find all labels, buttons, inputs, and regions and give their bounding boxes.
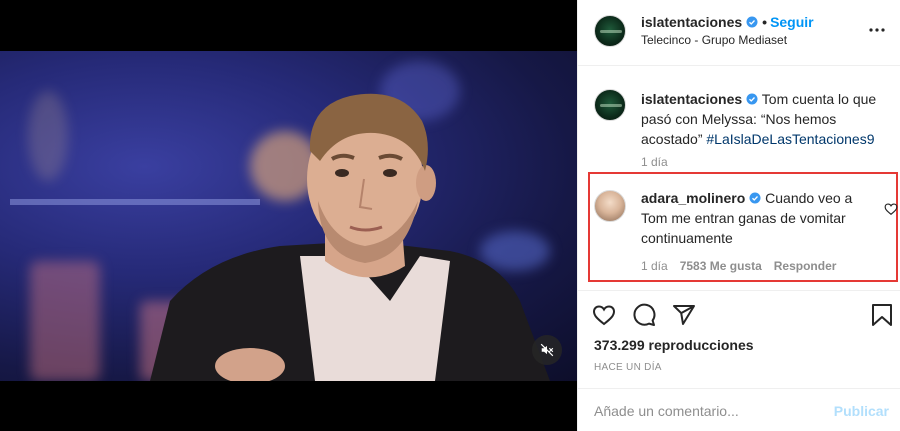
like-button[interactable] bbox=[590, 301, 618, 329]
background-light bbox=[28, 91, 68, 181]
header-username-row: islatentaciones • Seguir bbox=[641, 14, 814, 30]
verified-badge-icon bbox=[749, 192, 761, 204]
video-player[interactable] bbox=[0, 0, 577, 431]
more-options-button[interactable] bbox=[865, 22, 889, 38]
post-date[interactable]: Hace un día bbox=[594, 362, 662, 373]
views-count[interactable]: 373.299 reproducciones bbox=[594, 337, 754, 353]
reply-button[interactable]: Responder bbox=[774, 259, 837, 273]
mute-toggle-button[interactable] bbox=[532, 335, 562, 365]
more-options-icon bbox=[869, 28, 885, 32]
heart-icon bbox=[592, 305, 616, 326]
bookmark-icon bbox=[872, 304, 892, 326]
verified-badge-icon bbox=[746, 93, 758, 105]
video-subject bbox=[150, 93, 550, 381]
post-actions: 373.299 reproducciones Hace un día bbox=[578, 290, 900, 380]
caption-text-block: islatentaciones Tom cuenta lo que pasó c… bbox=[641, 89, 900, 149]
caption-timestamp[interactable]: 1 día bbox=[641, 155, 668, 169]
account-avatar[interactable] bbox=[594, 15, 626, 47]
post-location[interactable]: Telecinco - Grupo Mediaset bbox=[641, 33, 787, 47]
muted-speaker-icon bbox=[540, 343, 554, 357]
caption-username[interactable]: islatentaciones bbox=[641, 91, 742, 107]
comment-meta: 1 día 7583 Me gusta Responder bbox=[641, 259, 848, 273]
publish-button[interactable]: Publicar bbox=[834, 403, 889, 419]
follow-button[interactable]: Seguir bbox=[770, 14, 814, 30]
comment-icon bbox=[633, 303, 656, 326]
separator-dot: • bbox=[762, 14, 768, 30]
background-light bbox=[30, 261, 100, 381]
commenter-username[interactable]: adara_molinero bbox=[641, 190, 745, 206]
comment-like-heart-icon[interactable] bbox=[884, 202, 898, 216]
share-icon bbox=[673, 305, 695, 325]
verified-badge-icon bbox=[746, 16, 758, 28]
commenter-avatar[interactable] bbox=[594, 190, 626, 222]
post-panel: islatentaciones • Seguir Telecinco - Grupo… bbox=[577, 0, 900, 431]
comment-input[interactable] bbox=[594, 399, 824, 423]
video-frame[interactable] bbox=[0, 51, 577, 381]
caption-avatar[interactable] bbox=[594, 89, 626, 121]
comment-button[interactable] bbox=[630, 301, 658, 329]
add-comment-bar: Publicar bbox=[578, 388, 900, 431]
comment-timestamp[interactable]: 1 día bbox=[641, 259, 668, 273]
comments-section: islatentaciones Tom cuenta lo que pasó c… bbox=[578, 67, 900, 289]
save-button[interactable] bbox=[868, 301, 896, 329]
account-username[interactable]: islatentaciones bbox=[641, 14, 742, 30]
share-button[interactable] bbox=[670, 301, 698, 329]
caption-hashtag[interactable]: #LaIslaDeLasTentaciones9 bbox=[706, 131, 874, 147]
comment-likes-count[interactable]: 7583 Me gusta bbox=[680, 259, 762, 273]
post-header: islatentaciones • Seguir Telecinco - Grupo… bbox=[578, 0, 900, 66]
comment-text-block: adara_molinero Cuando veo a Tom me entra… bbox=[641, 188, 876, 248]
